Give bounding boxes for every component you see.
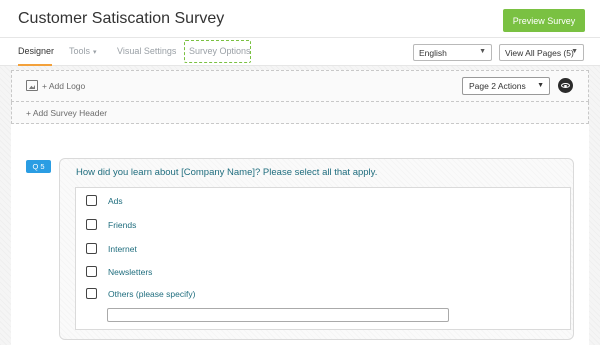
list-item[interactable]: Internet [86, 243, 137, 254]
option-label: Friends [108, 219, 137, 230]
add-logo-label: + Add Logo [42, 80, 86, 91]
checkbox[interactable] [86, 288, 97, 299]
tab-visual-settings[interactable]: Visual Settings [117, 46, 176, 56]
tab-tools-label: Tools [69, 46, 91, 56]
list-item[interactable]: Ads [86, 195, 123, 206]
page-actions-label: Page 2 Actions [469, 81, 526, 91]
question-number-badge: Q 5 [26, 160, 51, 173]
survey-options-highlight [184, 40, 251, 63]
list-item[interactable]: Friends [86, 219, 136, 230]
other-specify-input[interactable] [107, 308, 449, 322]
chevron-down-icon: ▼ [479, 48, 486, 55]
survey-title: Customer Satiscation Survey [18, 10, 225, 27]
option-label: Newsletters [108, 266, 153, 277]
add-survey-header-button[interactable]: + Add Survey Header [26, 108, 107, 118]
pages-select-value: View All Pages (5) [505, 47, 574, 58]
pages-select[interactable]: View All Pages (5) ▼ [499, 44, 584, 61]
checkbox[interactable] [86, 266, 97, 277]
option-label: Ads [108, 195, 123, 206]
preview-survey-button[interactable]: Preview Survey [503, 9, 585, 32]
checkbox[interactable] [86, 219, 97, 230]
option-label: Others (please specify) [108, 288, 196, 299]
top-header: Customer Satiscation Survey Preview Surv… [0, 0, 600, 38]
checkbox[interactable] [86, 243, 97, 254]
language-select-value: English [419, 47, 447, 58]
list-item[interactable]: Newsletters [86, 266, 152, 277]
chevron-down-icon: ▼ [537, 82, 544, 89]
tab-designer[interactable]: Designer [18, 46, 54, 56]
image-icon [26, 80, 38, 91]
question-text: How did you learn about [Company Name]? … [76, 167, 378, 178]
chevron-down-icon: ▼ [571, 48, 578, 55]
tab-tools[interactable]: Tools ▾ [69, 46, 97, 56]
checkbox[interactable] [86, 195, 97, 206]
option-label: Internet [108, 243, 137, 254]
list-item[interactable]: Others (please specify) [86, 288, 195, 299]
add-logo-button[interactable]: + Add Logo [26, 80, 85, 91]
language-select[interactable]: English ▼ [413, 44, 492, 61]
page-actions-select[interactable]: Page 2 Actions ▼ [462, 77, 550, 95]
eye-icon[interactable] [558, 78, 573, 93]
chevron-down-icon: ▾ [93, 49, 97, 56]
